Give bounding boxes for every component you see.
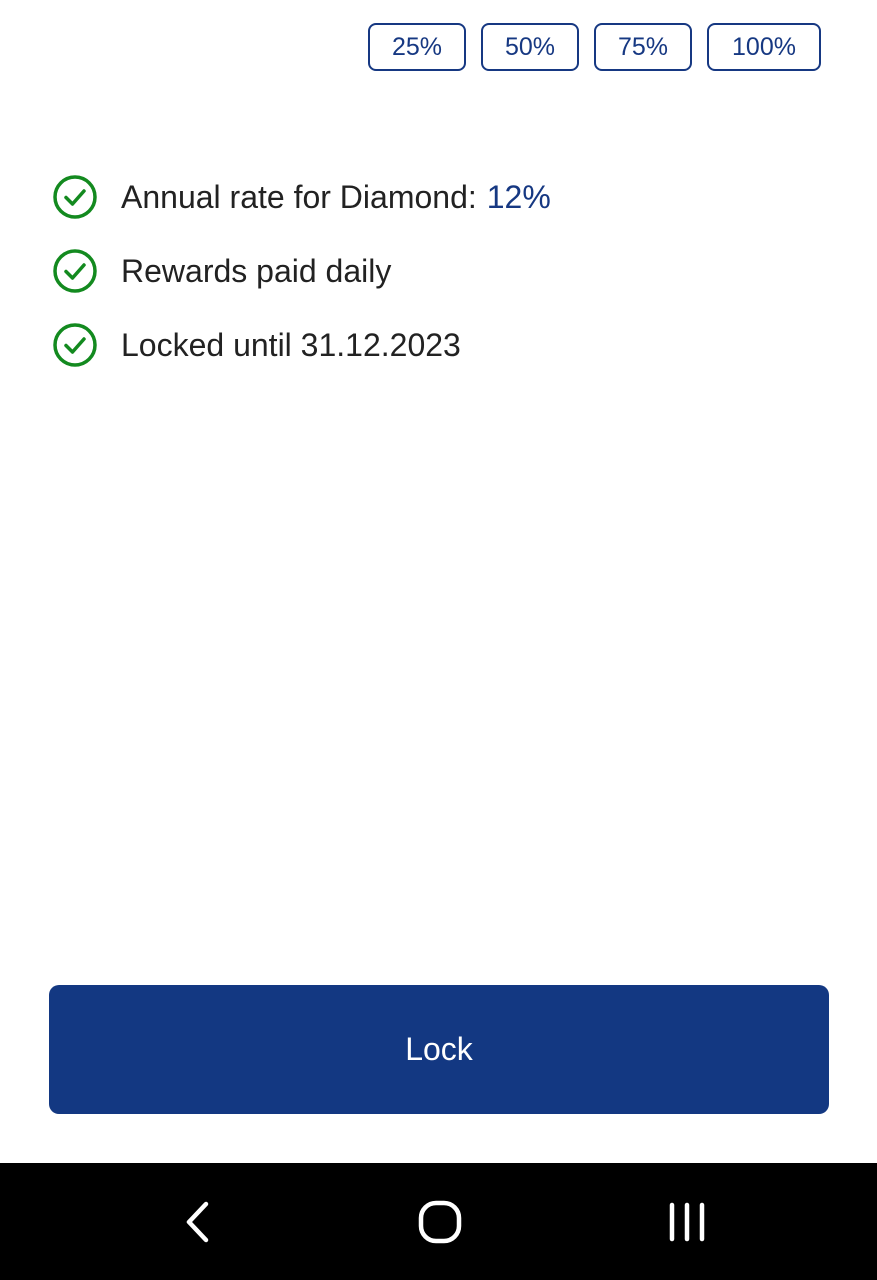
home-icon bbox=[418, 1200, 462, 1243]
nav-recents-button[interactable] bbox=[647, 1163, 727, 1280]
percent-25-button[interactable]: 25% bbox=[368, 23, 466, 71]
stake-lock-screen: 25% 50% 75% 100% Annual rate for Diamond… bbox=[0, 0, 877, 1280]
features-list: Annual rate for Diamond: 12% Rewards paid… bbox=[52, 174, 837, 396]
check-circle-icon bbox=[53, 249, 97, 293]
rewards-daily-text: Rewards paid daily bbox=[121, 252, 392, 289]
back-chevron-icon bbox=[186, 1201, 209, 1242]
percent-options: 25% 50% 75% 100% bbox=[368, 23, 821, 71]
check-circle-icon bbox=[53, 175, 97, 219]
locked-until-text: Locked until 31.12.2023 bbox=[121, 326, 461, 363]
annual-rate-label: Annual rate for Diamond: bbox=[121, 178, 477, 215]
percent-75-button[interactable]: 75% bbox=[594, 23, 692, 71]
check-circle-icon bbox=[53, 323, 97, 367]
lock-button[interactable]: Lock bbox=[49, 985, 829, 1114]
recents-icon bbox=[669, 1202, 705, 1241]
android-nav-bar bbox=[0, 1163, 877, 1280]
feature-rewards-daily: Rewards paid daily bbox=[52, 248, 837, 294]
lock-button-label: Lock bbox=[405, 1031, 473, 1067]
percent-100-button[interactable]: 100% bbox=[707, 23, 821, 71]
nav-home-button[interactable] bbox=[400, 1163, 480, 1280]
nav-back-button[interactable] bbox=[158, 1163, 238, 1280]
annual-rate-value: 12% bbox=[486, 178, 551, 215]
percent-50-button[interactable]: 50% bbox=[481, 23, 579, 71]
feature-annual-rate-text: Annual rate for Diamond: 12% bbox=[121, 179, 551, 216]
feature-annual-rate: Annual rate for Diamond: 12% bbox=[52, 174, 837, 220]
feature-locked-until: Locked until 31.12.2023 bbox=[52, 322, 837, 368]
